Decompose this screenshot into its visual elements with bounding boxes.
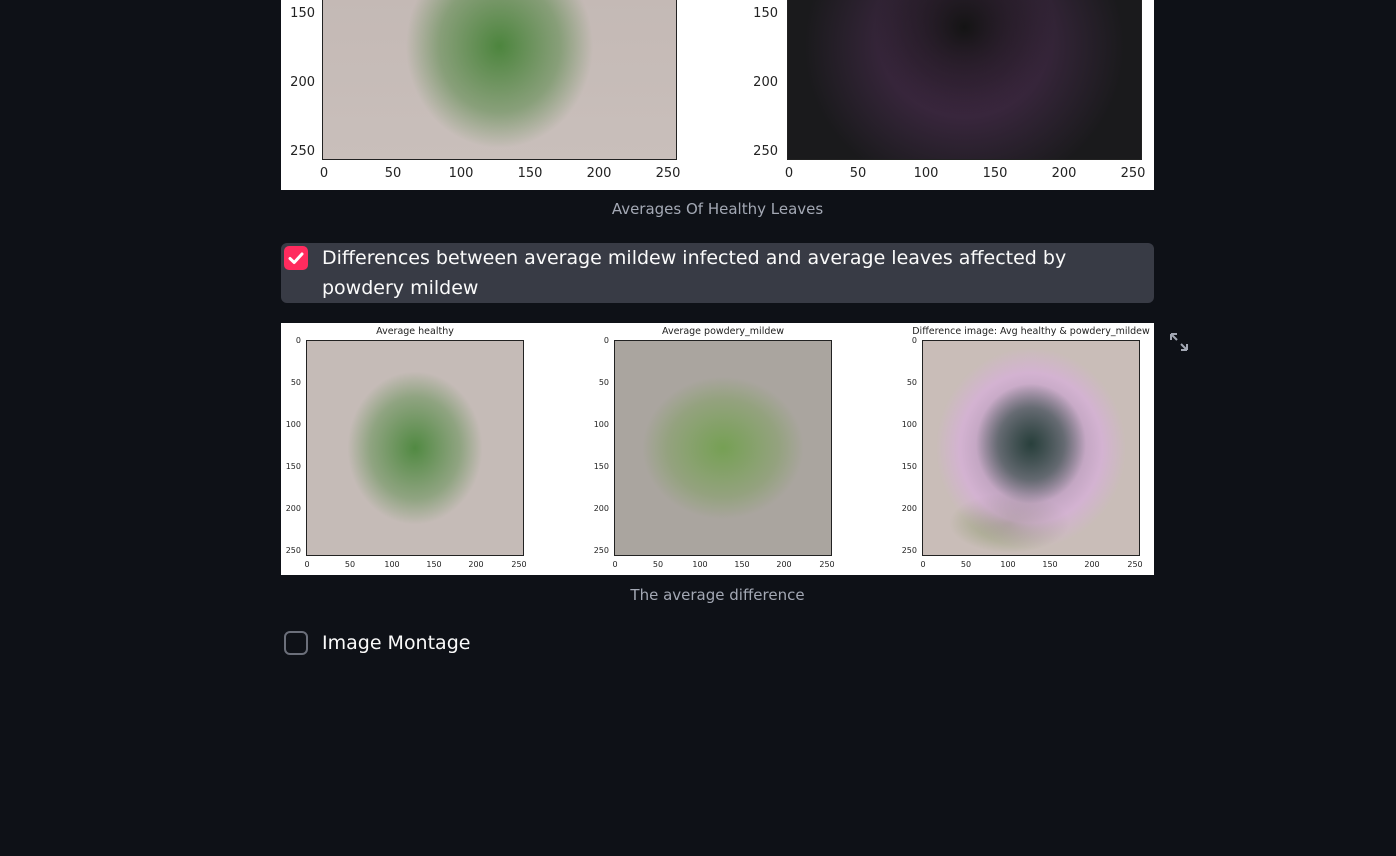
left-ytick: 200	[290, 75, 315, 90]
subplot-xtick: 0	[304, 560, 310, 569]
subplot-xtick: 50	[344, 560, 356, 569]
subplot-ytick: 100	[593, 420, 609, 429]
subplot-ytick: 150	[593, 462, 609, 471]
subplot-ytick: 150	[285, 462, 301, 471]
subplot-ytick: 150	[901, 462, 917, 471]
figure-caption: The average difference	[630, 586, 805, 604]
left-ytick: 150	[290, 6, 315, 21]
checkbox-checked[interactable]	[284, 246, 308, 270]
right-ytick: 150	[753, 6, 778, 21]
difference-image	[922, 340, 1140, 556]
subplot-ytick: 50	[906, 378, 917, 387]
right-xtick: 50	[849, 166, 867, 181]
image-montage-checkbox-row[interactable]: Image Montage	[281, 628, 1154, 660]
checkbox-label[interactable]: Image Montage	[322, 628, 470, 658]
left-xtick: 50	[384, 166, 402, 181]
subplot-ytick: 200	[285, 504, 301, 513]
left-xtick: 250	[655, 166, 681, 181]
subplot-ytick: 0	[911, 336, 917, 345]
difference-figure: Average healthy Average powdery_mildew D…	[281, 323, 1154, 575]
subplot-title: Average powdery_mildew	[662, 326, 784, 337]
subplot-xtick: 250	[511, 560, 527, 569]
right-xtick: 250	[1120, 166, 1146, 181]
subplot-ytick: 250	[901, 546, 917, 555]
subplot-ytick: 250	[285, 546, 301, 555]
checkbox-label[interactable]: Differences between average mildew infec…	[322, 243, 1122, 303]
right-xtick: 200	[1051, 166, 1077, 181]
subplot-xtick: 50	[652, 560, 664, 569]
right-xtick: 100	[913, 166, 939, 181]
subplot-xtick: 100	[384, 560, 400, 569]
subplot-xtick: 150	[734, 560, 750, 569]
average-leaf-image-green	[322, 0, 677, 160]
subplot-ytick: 50	[290, 378, 301, 387]
differences-checkbox-row[interactable]: Differences between average mildew infec…	[281, 243, 1154, 303]
subplot-xtick: 0	[920, 560, 926, 569]
figure-caption: Averages Of Healthy Leaves	[611, 200, 824, 218]
average-powdery-mildew-image	[614, 340, 832, 556]
subplot-ytick: 250	[593, 546, 609, 555]
right-ytick: 200	[753, 75, 778, 90]
subplot-xtick: 150	[426, 560, 442, 569]
subplot-ytick: 200	[901, 504, 917, 513]
subplot-ytick: 0	[603, 336, 609, 345]
subplot-xtick: 150	[1042, 560, 1058, 569]
subplot-xtick: 100	[1000, 560, 1016, 569]
checkbox-unchecked[interactable]	[284, 631, 308, 655]
fullscreen-expand-icon[interactable]	[1168, 331, 1190, 353]
subplot-xtick: 50	[960, 560, 972, 569]
subplot-xtick: 0	[612, 560, 618, 569]
checkmark-icon	[288, 252, 304, 264]
subplot-xtick: 250	[819, 560, 835, 569]
subplot-title: Average healthy	[376, 326, 454, 337]
subplot-ytick: 200	[593, 504, 609, 513]
right-ytick: 250	[753, 144, 778, 159]
average-healthy-image	[306, 340, 524, 556]
subplot-xtick: 100	[692, 560, 708, 569]
left-xtick: 100	[448, 166, 474, 181]
subplot-xtick: 200	[1084, 560, 1100, 569]
subplot-xtick: 250	[1127, 560, 1143, 569]
subplot-ytick: 50	[598, 378, 609, 387]
variability-leaf-image-purple	[787, 0, 1142, 160]
right-xtick: 0	[784, 166, 794, 181]
left-ytick: 250	[290, 144, 315, 159]
subplot-ytick: 100	[285, 420, 301, 429]
left-xtick: 0	[319, 166, 329, 181]
top-figure: 150 200 250 0 50 100 150 200 250 150 200…	[281, 0, 1154, 190]
subplot-ytick: 100	[901, 420, 917, 429]
subplot-title: Difference image: Avg healthy & powdery_…	[912, 326, 1150, 337]
left-xtick: 200	[586, 166, 612, 181]
subplot-xtick: 200	[776, 560, 792, 569]
subplot-xtick: 200	[468, 560, 484, 569]
left-xtick: 150	[517, 166, 543, 181]
subplot-ytick: 0	[295, 336, 301, 345]
right-xtick: 150	[982, 166, 1008, 181]
